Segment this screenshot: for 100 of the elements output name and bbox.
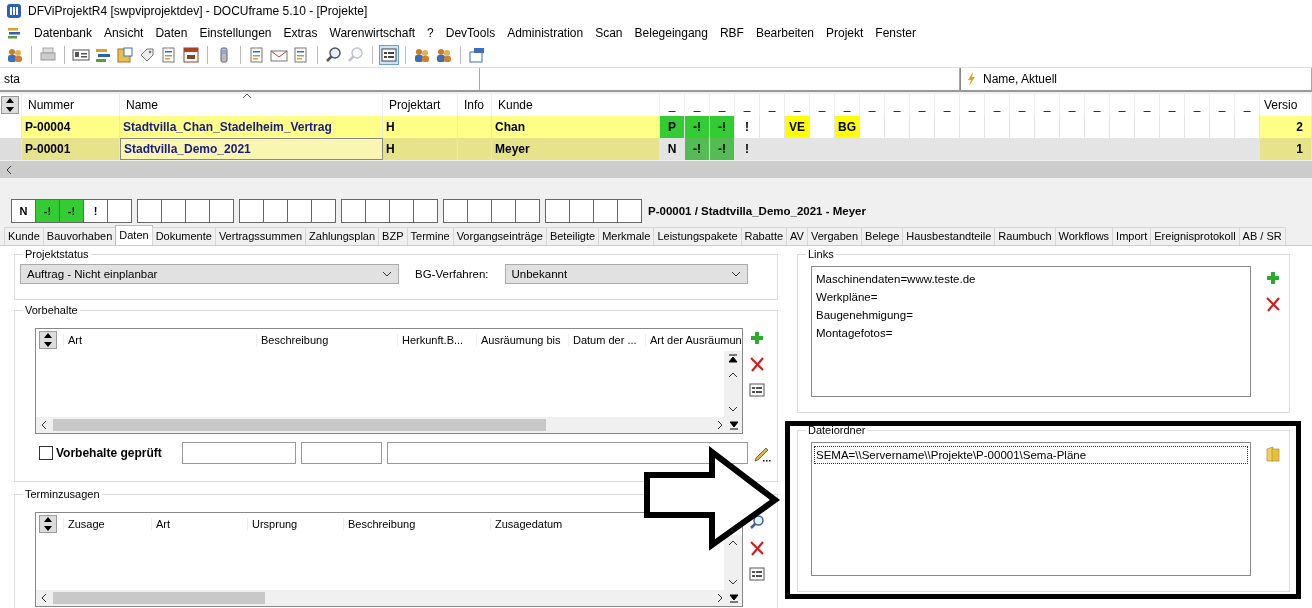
menu-item[interactable]: Projekt (826, 25, 864, 40)
column-header[interactable]: Datum der ... (568, 334, 645, 346)
list-item[interactable]: Werkpläne= (814, 288, 1248, 306)
menu-item[interactable]: DevTools (445, 25, 496, 40)
tab[interactable]: AB / SR (1238, 227, 1286, 245)
tab[interactable]: Kunde (4, 227, 44, 245)
vertical-scrollbar[interactable] (724, 351, 742, 417)
input-field[interactable] (387, 442, 748, 464)
tag-icon[interactable] (138, 46, 156, 64)
menu-item[interactable]: Bearbeiten (755, 25, 814, 40)
column-header[interactable]: Beschreibung (343, 518, 490, 530)
search-icon[interactable] (749, 514, 765, 530)
people-icon[interactable] (435, 46, 453, 64)
menu-item[interactable]: Einstellungen (199, 25, 272, 40)
scroll-right-icon[interactable] (715, 593, 725, 603)
menu-item[interactable]: Daten (155, 25, 188, 40)
delete-icon[interactable] (1265, 296, 1281, 312)
tab[interactable]: Beteiligte (545, 227, 600, 245)
sort-field[interactable]: Name, Aktuell (960, 68, 1312, 90)
stacked-bars-icon[interactable] (94, 46, 112, 64)
scroll-bottom-icon[interactable] (729, 420, 739, 430)
menu-item[interactable]: ? (427, 25, 434, 40)
menu-item[interactable]: Belegeingang (634, 25, 708, 40)
sort-icon[interactable] (39, 331, 57, 349)
column-header[interactable]: Ursprung (247, 518, 343, 530)
tab[interactable]: Leistungspakete (653, 227, 742, 245)
people-icon[interactable] (413, 46, 431, 64)
list-icon[interactable] (749, 566, 765, 582)
scroll-down-icon[interactable] (728, 404, 738, 414)
document-icon[interactable] (160, 46, 178, 64)
people-icon[interactable] (6, 46, 24, 64)
status-flag: VE (785, 116, 810, 138)
menu-item[interactable]: Administration (507, 25, 584, 40)
menu-item[interactable]: Scan (595, 25, 623, 40)
vertical-scrollbar[interactable] (724, 535, 742, 590)
procedure-dropdown[interactable]: Unbekannt (504, 264, 748, 284)
tab[interactable]: Vorgangseinträge (452, 227, 547, 245)
scroll-top-icon[interactable] (728, 354, 738, 364)
sort-label: Name, Aktuell (983, 72, 1058, 86)
checkbox[interactable]: Vorbehalte geprüft (39, 446, 177, 460)
scroll-up-icon[interactable] (728, 370, 738, 380)
calendar-icon[interactable] (182, 46, 200, 64)
tab[interactable]: Ereignisprotokoll (1150, 227, 1240, 245)
menu-item[interactable]: Datenbank (34, 25, 93, 40)
scroll-left-icon[interactable] (39, 593, 49, 603)
add-icon[interactable] (1265, 270, 1281, 286)
menu-item[interactable]: Ansicht (104, 25, 144, 40)
tab[interactable]: Vertragssummen (214, 227, 307, 245)
horizontal-scrollbar[interactable] (36, 417, 742, 433)
status-dropdown[interactable]: Auftrag - Nicht einplanbar (20, 264, 399, 284)
table-cell: 2 (1260, 116, 1312, 138)
input-field[interactable] (182, 442, 296, 464)
horizontal-scrollbar[interactable] (36, 590, 742, 606)
list-item[interactable]: Montagefotos= (814, 324, 1248, 342)
column-header[interactable]: Herkunft.B... (397, 334, 476, 346)
sort-icon[interactable] (39, 515, 57, 533)
scroll-left-icon[interactable] (4, 164, 14, 175)
id-card-icon[interactable] (72, 46, 90, 64)
horizontal-scrollbar[interactable] (0, 160, 1312, 178)
menu-item[interactable]: Warenwirtschaft (329, 25, 416, 40)
column-header[interactable]: Ausräumung bis (476, 334, 568, 346)
document-icon[interactable] (292, 46, 310, 64)
menu-item[interactable]: Extras (283, 25, 318, 40)
form-icon[interactable] (380, 46, 398, 64)
tab[interactable]: Vergaben (806, 227, 863, 245)
tab[interactable]: Import (1112, 227, 1152, 245)
list-item[interactable]: Maschinendaten=www.teste.de (814, 270, 1248, 288)
delete-icon[interactable] (749, 356, 765, 372)
list-item[interactable]: Baugenehmigung= (814, 306, 1248, 324)
list-item[interactable]: SEMA=\\Servername\\Projekte\P-00001\Sema-Pläne (814, 446, 1248, 464)
tab[interactable]: Daten (115, 225, 153, 245)
add-icon[interactable] (749, 330, 765, 346)
filter-field[interactable]: sta (0, 68, 480, 90)
tab[interactable]: Zahlungsplan (305, 227, 380, 245)
table-cell: 1 (1260, 138, 1312, 160)
list-icon[interactable] (749, 382, 765, 398)
document-icon[interactable] (248, 46, 266, 64)
tab[interactable]: Dokumente (151, 227, 216, 245)
group-title: Vorbehalte (24, 304, 79, 316)
window-icon[interactable] (468, 46, 486, 64)
chevron-down-icon (382, 269, 392, 279)
column-header[interactable]: Art (63, 334, 256, 346)
column-header[interactable]: Art der Ausräumun (645, 334, 742, 346)
column-header[interactable]: Beschreibung (256, 334, 397, 346)
column-header[interactable]: Zusage (63, 518, 151, 530)
scroll-left-icon[interactable] (39, 420, 49, 430)
scroll-up-icon[interactable] (728, 538, 738, 548)
column-header[interactable]: Art (151, 518, 247, 530)
menu-item[interactable]: Fenster (875, 25, 917, 40)
menu-item[interactable]: RBF (719, 25, 744, 40)
status-flag: -! (710, 138, 735, 160)
delete-icon[interactable] (749, 540, 765, 556)
scroll-bottom-icon[interactable] (729, 593, 739, 603)
input-field[interactable] (301, 442, 382, 464)
folder-icon[interactable] (116, 46, 134, 64)
sort-icon[interactable] (1, 96, 19, 114)
tab[interactable]: Belege (861, 227, 904, 245)
search-icon[interactable] (325, 46, 343, 64)
scroll-down-icon[interactable] (728, 577, 738, 587)
scroll-right-icon[interactable] (715, 420, 725, 430)
